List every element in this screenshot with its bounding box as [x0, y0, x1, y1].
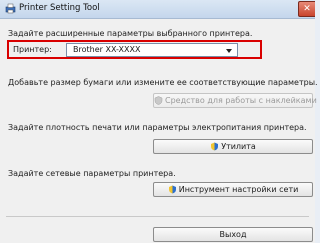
printer-setting-tool-window: Printer Setting Tool ✕ Задайте расширенн…: [0, 0, 318, 243]
network-tool-button-label: Инструмент настройки сети: [178, 185, 299, 194]
chevron-down-icon[interactable]: [226, 49, 232, 53]
printer-select-value: Brother XX-XXXX: [73, 45, 141, 54]
exit-button-label: Выход: [219, 230, 247, 239]
shield-icon: [168, 185, 176, 194]
network-section-caption: Задайте сетевые параметры принтера.: [8, 169, 176, 178]
label-tool-button[interactable]: Средство для работы с наклейками: [153, 93, 317, 108]
utility-section-caption: Задайте плотность печати или параметры э…: [8, 123, 307, 132]
dialog-content: Задайте расширенные параметры выбранного…: [0, 19, 318, 243]
label-tool-button-label: Средство для работы с наклейками: [165, 96, 317, 105]
printer-select[interactable]: Brother XX-XXXX: [66, 43, 238, 57]
title-bar: Printer Setting Tool ✕: [0, 0, 315, 19]
printer-section-caption: Задайте расширенные параметры выбранного…: [8, 29, 253, 38]
window-title: Printer Setting Tool: [19, 3, 100, 13]
close-button[interactable]: ✕: [298, 1, 315, 17]
utility-button[interactable]: Утилита: [153, 139, 313, 154]
paper-section-caption: Добавьте размер бумаги или измените ее с…: [8, 78, 318, 87]
printer-app-icon: [5, 3, 16, 14]
footer-divider: [6, 216, 309, 217]
shield-icon: [211, 142, 219, 151]
printer-label: Принтер:: [13, 45, 52, 54]
close-icon: ✕: [303, 4, 311, 14]
exit-button[interactable]: Выход: [153, 227, 313, 242]
utility-button-label: Утилита: [221, 142, 256, 151]
network-tool-button[interactable]: Инструмент настройки сети: [153, 182, 313, 197]
shield-icon: [154, 96, 163, 105]
